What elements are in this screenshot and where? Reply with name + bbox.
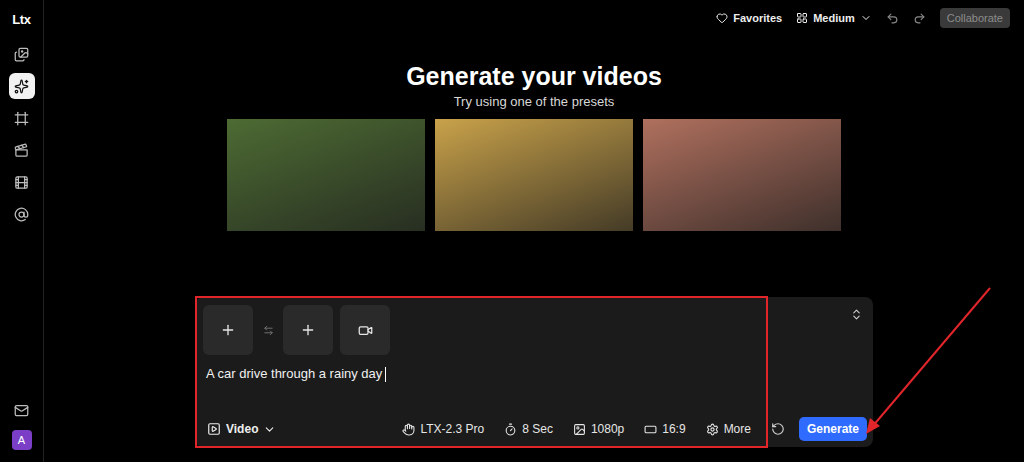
history-icon — [771, 422, 785, 436]
expand-button[interactable] — [846, 305, 867, 327]
ratio-icon — [644, 423, 657, 436]
preset-card[interactable] — [435, 119, 633, 231]
collaborate-button[interactable]: Collaborate — [940, 8, 1010, 28]
swap-button[interactable] — [260, 325, 276, 336]
chevron-down-icon — [263, 423, 276, 436]
plus-icon — [300, 322, 316, 338]
sidebar-item[interactable] — [9, 137, 35, 163]
sidebar-icon — [14, 111, 29, 126]
heart-icon — [716, 12, 728, 24]
plus-icon — [220, 322, 236, 338]
setting-item[interactable]: More — [706, 422, 751, 436]
setting-item[interactable]: LTX-2.3 Pro — [402, 422, 484, 436]
swap-icon — [263, 325, 274, 336]
video-mode-icon — [207, 422, 221, 436]
preset-row — [227, 119, 841, 231]
sidebar-item[interactable] — [9, 201, 35, 227]
sidebar-item[interactable] — [9, 105, 35, 131]
annotation-arrow-icon — [860, 280, 1000, 440]
sidebar-icon — [14, 175, 29, 190]
expand-icon — [850, 308, 863, 321]
chevron-down-icon — [860, 12, 872, 24]
undo-button[interactable] — [886, 12, 899, 25]
main: Favorites Medium Collaborate Generate your … — [44, 0, 1024, 462]
redo-icon — [913, 12, 926, 25]
prompt-area: A car drive through a rainy day Video LTX-… — [195, 297, 873, 447]
setting-item[interactable]: 16:9 — [644, 422, 685, 436]
model-icon — [402, 423, 415, 436]
redo-button[interactable] — [913, 12, 926, 25]
sidebar-item[interactable] — [9, 169, 35, 195]
video-slot[interactable] — [340, 305, 390, 355]
sidebar-icon — [14, 143, 29, 158]
mail-icon[interactable] — [14, 403, 29, 418]
sidebar-icon — [14, 207, 29, 222]
favorites-button[interactable]: Favorites — [716, 12, 782, 24]
hero-title: Generate your videos — [406, 60, 662, 92]
text-caret — [385, 367, 386, 382]
mode-dropdown[interactable]: Video — [203, 418, 280, 440]
prompt-input[interactable]: A car drive through a rainy day — [203, 365, 867, 383]
more-icon — [706, 423, 719, 436]
generate-button[interactable]: Generate — [799, 417, 867, 441]
avatar[interactable]: A — [12, 430, 32, 450]
sidebar-item[interactable] — [9, 73, 35, 99]
resolution-icon — [573, 423, 586, 436]
preset-card[interactable] — [643, 119, 841, 231]
preset-card[interactable] — [227, 119, 425, 231]
prompt-panel: A car drive through a rainy day Video LTX-… — [195, 297, 873, 447]
sidebar-icon — [14, 47, 29, 62]
video-icon — [358, 323, 373, 338]
history-button[interactable] — [771, 422, 785, 436]
app: Ltx A Favorites Medium Collaborate Generate y… — [0, 0, 1024, 462]
image-slot[interactable] — [283, 305, 333, 355]
setting-item[interactable]: 1080p — [573, 422, 624, 436]
image-slot[interactable] — [203, 305, 253, 355]
sidebar-icon — [14, 79, 29, 94]
size-dropdown[interactable]: Medium — [796, 12, 872, 24]
logo[interactable]: Ltx — [12, 12, 31, 27]
undo-icon — [886, 12, 899, 25]
hero-subtitle: Try using one of the presets — [454, 94, 615, 109]
top-bar: Favorites Medium Collaborate — [44, 0, 1024, 36]
sidebar: Ltx A — [0, 0, 44, 462]
duration-icon — [504, 423, 517, 436]
highlight-box — [195, 296, 768, 448]
sidebar-item[interactable] — [9, 41, 35, 67]
grid-icon — [796, 12, 808, 24]
setting-item[interactable]: 8 Sec — [504, 422, 553, 436]
